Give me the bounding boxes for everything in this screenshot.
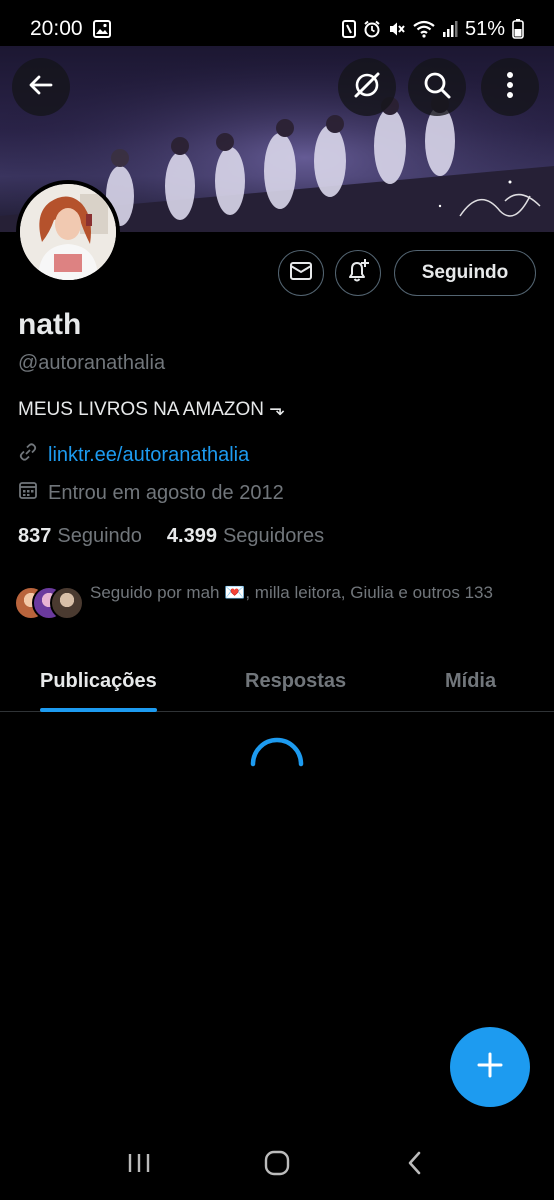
tab-label: Mídia <box>445 669 497 692</box>
follow-counts: 837 Seguindo 4.399 Seguidores <box>18 525 349 548</box>
chevron-left-icon <box>405 1150 425 1181</box>
followers-link[interactable]: 4.399 Seguidores <box>167 525 324 548</box>
tab-publicacoes[interactable]: Publicações <box>40 650 157 712</box>
profile-link-row: linktr.ee/autoranathalia <box>18 442 249 468</box>
system-back-button[interactable] <box>385 1140 445 1190</box>
search-button[interactable] <box>408 58 466 116</box>
profile-bio: MEUS LIVROS NA AMAZON ⬎ <box>18 399 286 420</box>
search-icon <box>422 70 452 105</box>
following-button[interactable]: Seguindo <box>394 250 536 296</box>
signal-icon <box>442 20 458 38</box>
recent-apps-button[interactable] <box>109 1140 169 1190</box>
home-icon <box>263 1149 291 1182</box>
bell-plus-icon <box>344 257 372 290</box>
loading-spinner-icon <box>248 735 306 793</box>
following-count: 837 <box>18 525 52 547</box>
mute-icon <box>388 20 406 38</box>
tab-respostas[interactable]: Respostas <box>245 650 346 712</box>
mutual-avatar <box>50 586 84 620</box>
back-button[interactable] <box>12 58 70 116</box>
profile-name: nath <box>18 308 82 341</box>
compose-button[interactable] <box>450 1027 530 1107</box>
battery-percent: 51% <box>464 17 505 40</box>
tab-label: Respostas <box>245 669 347 692</box>
system-nav-bar <box>0 1130 554 1200</box>
arrow-left-icon <box>27 71 55 104</box>
status-bar: 20:00 51% <box>0 0 554 58</box>
recent-apps-icon <box>125 1151 153 1180</box>
wifi-icon <box>413 20 435 38</box>
profile-link[interactable]: linktr.ee/autoranathalia <box>48 444 249 467</box>
alarm-icon <box>363 20 381 38</box>
tab-midia[interactable]: Mídia <box>445 650 496 712</box>
message-button[interactable] <box>278 250 324 296</box>
plus-icon <box>475 1050 505 1085</box>
followed-by-row[interactable]: Seguido por mah 💌, milla leitora, Giulia… <box>14 582 534 622</box>
home-button[interactable] <box>247 1140 307 1190</box>
nfc-icon <box>341 20 356 38</box>
profile-tabs: Publicações Respostas Mídia <box>0 650 554 712</box>
mutual-avatars <box>14 582 84 622</box>
followers-count: 4.399 <box>166 525 217 547</box>
profile-joined-row: Entrou em agosto de 2012 <box>18 480 284 506</box>
gallery-icon <box>92 20 111 38</box>
tab-label: Publicações <box>40 669 157 692</box>
more-button[interactable] <box>481 58 539 116</box>
calendar-icon <box>18 480 38 506</box>
grok-button[interactable] <box>338 58 396 116</box>
avatar[interactable] <box>16 180 120 284</box>
grok-icon <box>351 69 383 106</box>
followed-by-text: Seguido por mah 💌, milla leitora, Giulia… <box>90 583 493 602</box>
notify-button[interactable] <box>335 250 381 296</box>
battery-icon <box>512 19 524 39</box>
profile-joined: Entrou em agosto de 2012 <box>48 481 284 504</box>
following-link[interactable]: 837 Seguindo <box>18 525 142 548</box>
following-label: Seguindo <box>57 525 142 547</box>
status-time: 20:00 <box>30 17 83 40</box>
more-vertical-icon <box>505 71 515 104</box>
followers-label: Seguidores <box>222 525 325 547</box>
active-tab-indicator <box>40 708 157 712</box>
link-icon <box>18 442 38 468</box>
envelope-icon <box>289 259 313 288</box>
profile-handle: @autoranathalia <box>18 352 166 374</box>
